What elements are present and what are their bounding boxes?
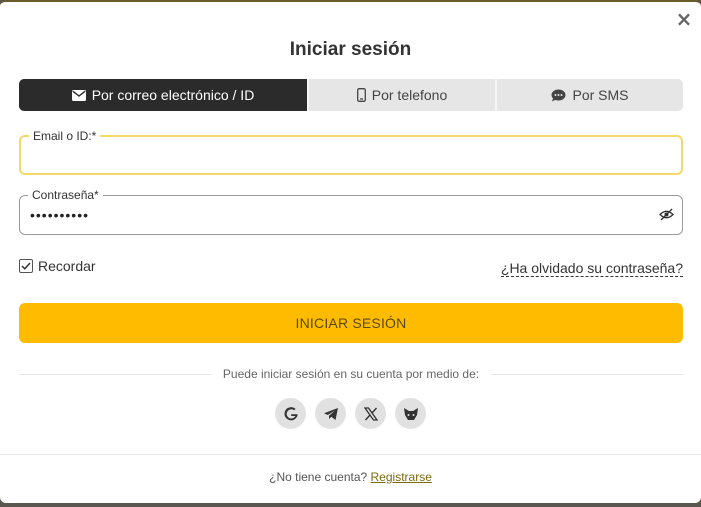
eye-slash-icon[interactable] (659, 208, 674, 221)
close-icon[interactable]: × (675, 9, 693, 29)
footer-divider (0, 454, 701, 455)
forgot-password-link[interactable]: ¿Ha olvidado su contraseña? (500, 260, 683, 277)
envelope-icon (71, 89, 86, 101)
checkbox-box[interactable] (19, 259, 33, 273)
metamask-icon (403, 407, 418, 420)
social-prompt: Puede iniciar sesión en su cuenta por me… (222, 367, 480, 381)
email-field: Email o ID:* (19, 129, 683, 175)
no-account-text: ¿No tiene cuenta? (269, 470, 368, 484)
telegram-icon (323, 407, 338, 420)
tab-email-label: Por correo electrónico / ID (91, 87, 255, 103)
register-link[interactable]: Registrarse (371, 470, 432, 484)
tab-sms[interactable]: Por SMS (497, 79, 683, 111)
password-field: Contraseña* (19, 188, 683, 235)
social-divider: Puede iniciar sesión en su cuenta por me… (19, 366, 684, 382)
phone-icon (356, 88, 366, 102)
email-input[interactable] (31, 137, 631, 173)
divider-line-left (19, 373, 211, 375)
password-input[interactable] (30, 196, 630, 234)
tab-phone-label: Por telefono (371, 87, 448, 103)
modal-title: Iniciar sesión (289, 39, 412, 60)
login-modal: × Iniciar sesión Por correo electrónico … (0, 0, 701, 503)
x-login-button[interactable] (355, 398, 386, 429)
metamask-login-button[interactable] (395, 398, 426, 429)
x-icon (363, 406, 378, 421)
register-footer: ¿No tiene cuenta? Registrarse (0, 470, 701, 484)
tab-phone[interactable]: Por telefono (309, 79, 497, 111)
google-icon (284, 406, 298, 420)
remember-label: Recordar (38, 258, 96, 274)
login-method-tabs: Por correo electrónico / ID Por telefono… (19, 79, 683, 111)
divider-line-right (491, 373, 684, 375)
telegram-login-button[interactable] (315, 398, 346, 429)
checkmark-icon (21, 262, 31, 270)
login-button[interactable]: INICIAR SESIÓN (19, 303, 683, 343)
tab-email[interactable]: Por correo electrónico / ID (19, 79, 309, 111)
social-login-buttons (0, 398, 701, 429)
chat-icon (551, 89, 566, 101)
remember-checkbox[interactable]: Recordar (19, 258, 96, 274)
google-login-button[interactable] (275, 398, 306, 429)
tab-sms-label: Por SMS (572, 87, 629, 103)
